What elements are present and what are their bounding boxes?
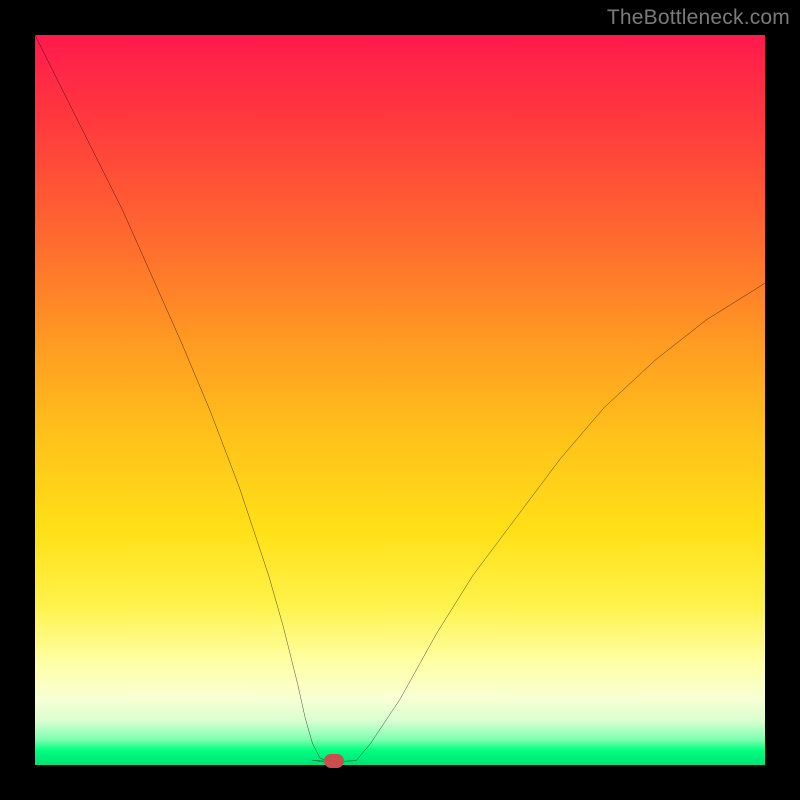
plot-area xyxy=(32,32,768,768)
watermark-text: TheBottleneck.com xyxy=(607,6,790,30)
optimum-marker xyxy=(324,754,344,768)
curve-path xyxy=(35,35,765,761)
bottleneck-curve xyxy=(35,35,765,765)
chart-frame: TheBottleneck.com xyxy=(0,0,800,800)
